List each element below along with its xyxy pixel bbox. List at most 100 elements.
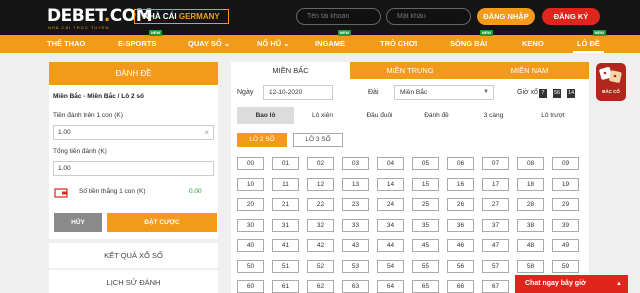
- number-cell[interactable]: 42: [307, 239, 334, 252]
- number-cell[interactable]: 27: [482, 198, 509, 211]
- login-button[interactable]: ĐĂNG NHẬP: [477, 8, 535, 25]
- number-cell[interactable]: 52: [307, 259, 334, 273]
- number-cell[interactable]: 28: [517, 198, 544, 211]
- number-cell[interactable]: 57: [482, 259, 509, 273]
- history-link[interactable]: LỊCH SỬ ĐÁNH: [49, 270, 218, 293]
- number-cell[interactable]: 40: [237, 239, 264, 252]
- number-cell[interactable]: 58: [517, 259, 544, 273]
- number-cell[interactable]: 47: [482, 239, 509, 252]
- number-cell[interactable]: 07: [482, 157, 509, 170]
- nav-item-the-thao[interactable]: THỂ THAO: [47, 35, 85, 53]
- number-cell[interactable]: 14: [377, 177, 404, 191]
- number-cell[interactable]: 54: [377, 259, 404, 273]
- register-button[interactable]: ĐĂNG KÝ: [542, 8, 600, 25]
- bet-type-lo-xien[interactable]: Lô xiên: [294, 107, 351, 124]
- number-cell[interactable]: 32: [307, 218, 334, 232]
- number-cell[interactable]: 48: [517, 239, 544, 252]
- number-cell[interactable]: 65: [412, 280, 439, 293]
- number-cell[interactable]: 44: [377, 239, 404, 252]
- number-cell[interactable]: 21: [272, 198, 299, 211]
- chat-button[interactable]: Chat ngay bây giờ ▲: [515, 275, 628, 293]
- number-cell[interactable]: 45: [412, 239, 439, 252]
- number-cell[interactable]: 37: [482, 218, 509, 232]
- number-cell[interactable]: 22: [307, 198, 334, 211]
- number-cell[interactable]: 29: [552, 198, 579, 211]
- germany-banner[interactable]: NHÀ CÁI GERMANY: [134, 9, 229, 24]
- number-cell[interactable]: 31: [272, 218, 299, 232]
- per-amount-input[interactable]: 1.00 ×: [53, 125, 214, 140]
- tab-mien-nam[interactable]: MIỀN NAM: [470, 62, 589, 79]
- number-cell[interactable]: 67: [482, 280, 509, 293]
- number-cell[interactable]: 36: [447, 218, 474, 232]
- number-cell[interactable]: 04: [377, 157, 404, 170]
- nav-item-keno[interactable]: KENO: [522, 35, 544, 53]
- sub-type-lo-3-so[interactable]: LÔ 3 SỐ: [293, 133, 343, 147]
- number-cell[interactable]: 01: [272, 157, 299, 170]
- number-cell[interactable]: 10: [237, 177, 264, 191]
- number-cell[interactable]: 02: [307, 157, 334, 170]
- bet-type-bao-lo[interactable]: Bao lô: [237, 107, 294, 124]
- number-cell[interactable]: 50: [237, 259, 264, 273]
- number-cell[interactable]: 35: [412, 218, 439, 232]
- number-cell[interactable]: 06: [447, 157, 474, 170]
- bet-type-lo-truot[interactable]: Lô trượt: [522, 107, 584, 124]
- number-cell[interactable]: 20: [237, 198, 264, 211]
- number-cell[interactable]: 18: [517, 177, 544, 191]
- station-select[interactable]: Miền Bắc ▼: [394, 85, 494, 100]
- number-cell[interactable]: 64: [377, 280, 404, 293]
- number-cell[interactable]: 17: [482, 177, 509, 191]
- number-cell[interactable]: 60: [237, 280, 264, 293]
- number-cell[interactable]: 38: [517, 218, 544, 232]
- cancel-button[interactable]: HỦY: [54, 213, 102, 232]
- password-input[interactable]: [386, 8, 471, 25]
- number-cell[interactable]: 15: [412, 177, 439, 191]
- number-cell[interactable]: 49: [552, 239, 579, 252]
- bac-co-game-icon[interactable]: BẮC CỔ: [596, 63, 626, 101]
- number-cell[interactable]: 51: [272, 259, 299, 273]
- nav-item-esports[interactable]: E-SPORTS NEW: [118, 30, 163, 53]
- bet-type-danh-de[interactable]: Đánh đề: [408, 107, 465, 124]
- number-cell[interactable]: 56: [447, 259, 474, 273]
- sub-type-lo-2-so[interactable]: LÔ 2 SỐ: [237, 133, 287, 147]
- number-cell[interactable]: 12: [307, 177, 334, 191]
- number-cell[interactable]: 23: [342, 198, 369, 211]
- number-cell[interactable]: 13: [342, 177, 369, 191]
- number-cell[interactable]: 03: [342, 157, 369, 170]
- bet-type-dau-duoi[interactable]: Đầu đuôi: [351, 107, 408, 124]
- nav-item-lo-de[interactable]: LÔ ĐỀ NEW: [573, 30, 606, 53]
- number-cell[interactable]: 59: [552, 259, 579, 273]
- number-cell[interactable]: 55: [412, 259, 439, 273]
- number-cell[interactable]: 39: [552, 218, 579, 232]
- number-cell[interactable]: 11: [272, 177, 299, 191]
- nav-item-song-bai[interactable]: SÒNG BÀI NEW: [450, 30, 494, 53]
- number-cell[interactable]: 43: [342, 239, 369, 252]
- number-cell[interactable]: 09: [552, 157, 579, 170]
- number-cell[interactable]: 26: [447, 198, 474, 211]
- number-cell[interactable]: 19: [552, 177, 579, 191]
- nav-item-quay-so[interactable]: QUAY SỐ ⌄: [188, 35, 230, 53]
- place-bet-button[interactable]: ĐẶT CƯỢC: [107, 213, 217, 232]
- clear-icon[interactable]: ×: [204, 126, 209, 139]
- number-cell[interactable]: 33: [342, 218, 369, 232]
- nav-item-no-hu[interactable]: NỔ HŨ ⌄: [257, 35, 290, 53]
- number-cell[interactable]: 63: [342, 280, 369, 293]
- nav-item-ingame[interactable]: INGAME NEW: [315, 30, 351, 53]
- date-input[interactable]: 12-10-2020: [263, 85, 333, 100]
- nav-item-tro-choi[interactable]: TRÒ CHƠI: [380, 35, 417, 53]
- number-cell[interactable]: 61: [272, 280, 299, 293]
- tab-mien-bac[interactable]: MIỀN BẮC: [231, 62, 350, 79]
- results-link[interactable]: KẾT QUẢ XỔ SỐ: [49, 243, 218, 268]
- number-cell[interactable]: 34: [377, 218, 404, 232]
- number-cell[interactable]: 53: [342, 259, 369, 273]
- number-cell[interactable]: 24: [377, 198, 404, 211]
- number-cell[interactable]: 16: [447, 177, 474, 191]
- number-cell[interactable]: 00: [237, 157, 264, 170]
- number-cell[interactable]: 41: [272, 239, 299, 252]
- number-cell[interactable]: 66: [447, 280, 474, 293]
- number-cell[interactable]: 46: [447, 239, 474, 252]
- tab-mien-trung[interactable]: MIỀN TRUNG: [350, 62, 470, 79]
- total-amount-input[interactable]: 1.00: [53, 161, 214, 176]
- number-cell[interactable]: 08: [517, 157, 544, 170]
- bet-type-3-cang[interactable]: 3 càng: [465, 107, 522, 124]
- number-cell[interactable]: 05: [412, 157, 439, 170]
